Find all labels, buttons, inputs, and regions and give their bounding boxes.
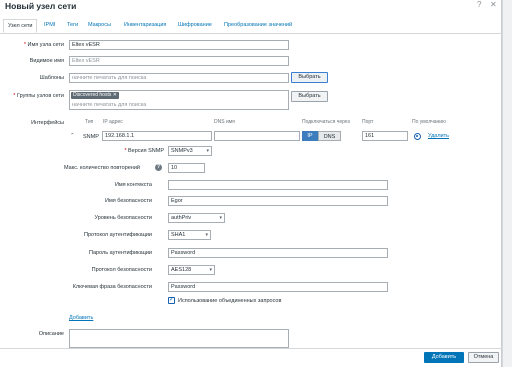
bulk-requests-checkbox[interactable]: ✓ xyxy=(168,297,175,304)
remove-interface-link[interactable]: Удалить xyxy=(428,133,449,139)
privacy-passphrase-input[interactable]: Password xyxy=(168,282,388,292)
host-name-input[interactable]: Eltex vESR xyxy=(69,40,289,50)
col-ip: IP адрес xyxy=(103,119,123,125)
tab-macros[interactable]: Макросы xyxy=(84,19,115,33)
context-name-label: Имя контекста xyxy=(114,182,152,188)
snmp-version-select[interactable]: SNMPv3 ▾ xyxy=(168,146,212,156)
max-repetitions-label: Макс. количество повторений xyxy=(64,165,140,171)
footer-divider xyxy=(0,348,502,349)
host-groups-placeholder: начните печатать для поиска xyxy=(72,102,147,108)
privacy-protocol-select[interactable]: AES128 ▾ xyxy=(168,265,215,275)
host-name-label: * Имя узла сети xyxy=(23,42,64,48)
default-interface-radio[interactable] xyxy=(414,133,421,140)
tab-tags[interactable]: Теги xyxy=(63,19,82,33)
auth-password-label: Пароль аутентификации xyxy=(89,250,152,256)
add-button[interactable]: Добавить xyxy=(424,352,464,363)
remove-tag-icon[interactable]: ✕ xyxy=(113,92,117,98)
collapse-chevron-icon[interactable]: ⌃ xyxy=(70,133,75,139)
visible-name-label: Видимое имя xyxy=(29,58,64,64)
security-name-input[interactable]: Egor xyxy=(168,196,388,206)
auth-protocol-select[interactable]: SHA1 ▾ xyxy=(168,230,211,240)
interface-dns-input[interactable] xyxy=(214,131,300,141)
privacy-protocol-label: Протокол безопасности xyxy=(91,267,152,273)
tab-host[interactable]: Узел сети xyxy=(3,19,38,33)
interface-port-input[interactable]: 161 xyxy=(362,131,408,141)
interface-type: SNMP xyxy=(83,134,99,140)
auth-password-input[interactable]: Password xyxy=(168,248,388,258)
dialog-title: Новый узел сети xyxy=(5,1,77,11)
privacy-passphrase-label: Ключевая фраза безопасности xyxy=(72,284,152,290)
page-scrollbar[interactable] xyxy=(502,0,512,367)
col-default: По умолчанию xyxy=(412,119,446,125)
interface-ip-input[interactable]: 192.168.1.1 xyxy=(102,131,212,141)
security-name-label: Имя безопасности xyxy=(104,198,152,204)
templates-select-button[interactable]: Выбрать xyxy=(291,72,328,83)
auth-protocol-label: Протокол аутентификации xyxy=(84,232,152,238)
tab-ipmi[interactable]: IPMI xyxy=(40,19,59,33)
col-dns: DNS имя xyxy=(214,119,235,125)
col-port: Порт xyxy=(362,119,374,125)
tab-encryption[interactable]: Шифрование xyxy=(174,19,216,33)
connect-dns-button[interactable]: DNS xyxy=(318,131,341,141)
col-type: Тип xyxy=(85,119,94,125)
bulk-requests-label: Использование объединенных запросов xyxy=(178,298,282,304)
new-host-dialog: Новый узел сети ? ✕ Узел сети IPMI Теги … xyxy=(0,0,502,367)
add-interface-link[interactable]: Добавить xyxy=(69,315,93,321)
tab-inventory[interactable]: Инвентаризация xyxy=(120,19,170,33)
security-level-select[interactable]: authPriv ▾ xyxy=(168,213,225,223)
cancel-button[interactable]: Отмена xyxy=(468,352,499,363)
col-connect: Подключаться через xyxy=(302,119,350,125)
description-label: Описание xyxy=(38,331,64,337)
chevron-down-icon: ▾ xyxy=(219,215,222,221)
visible-name-input[interactable]: Eltex vESR xyxy=(69,56,289,66)
help-icon[interactable]: ? xyxy=(155,164,162,171)
interfaces-label: Интерфейсы xyxy=(31,120,64,126)
close-icon[interactable]: ✕ xyxy=(490,0,497,9)
chevron-down-icon: ▾ xyxy=(206,148,209,154)
security-level-label: Уровень безопасности xyxy=(94,215,152,221)
chevron-down-icon: ▾ xyxy=(205,232,208,238)
question-icon[interactable]: ? xyxy=(477,0,481,9)
max-repetitions-input[interactable]: 10 xyxy=(168,163,205,173)
groups-select-button[interactable]: Выбрать xyxy=(291,91,328,102)
description-textarea[interactable] xyxy=(69,329,289,348)
templates-search-input[interactable]: начните печатать для поиска xyxy=(69,73,289,83)
host-groups-label: * Группы узлов сети xyxy=(13,93,64,99)
snmp-version-label: * Версия SNMP xyxy=(124,148,164,154)
connect-ip-button[interactable]: IP xyxy=(302,131,318,141)
templates-label: Шаблоны xyxy=(39,75,64,81)
group-tag: Discovered hosts ✕ xyxy=(71,92,119,99)
chevron-down-icon: ▾ xyxy=(209,267,212,273)
tab-bar: Узел сети IPMI Теги Макросы Инвентаризац… xyxy=(0,19,502,34)
context-name-input[interactable] xyxy=(168,180,388,190)
tab-value-mapping[interactable]: Преобразование значений xyxy=(220,19,296,33)
